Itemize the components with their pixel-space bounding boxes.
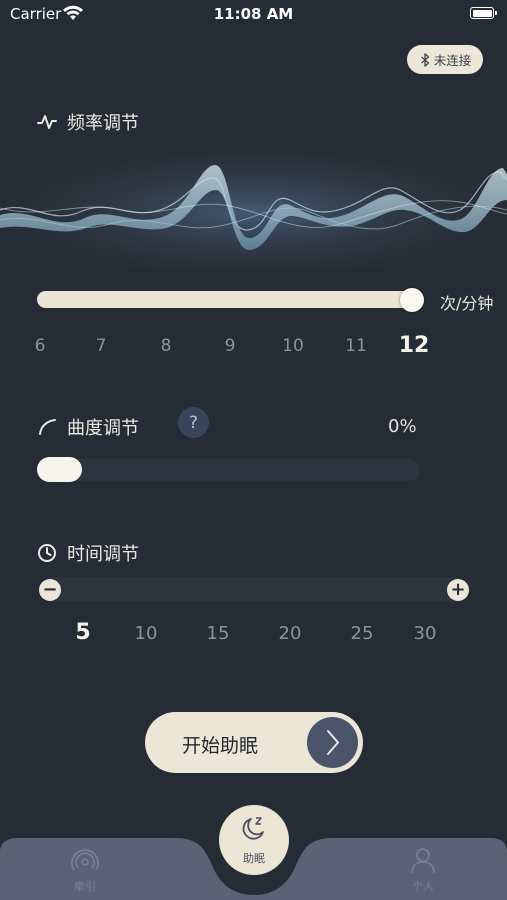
status-bar: Carrier 11:08 AM (0, 0, 507, 28)
connection-status-label: 未连接 (433, 53, 472, 68)
frequency-unit: 次/分钟 (440, 294, 494, 313)
frequency-tick[interactable]: 6 (35, 336, 46, 356)
frequency-tick[interactable]: 10 (282, 336, 304, 356)
duration-heading: 时间调节 (37, 540, 139, 566)
help-icon: ? (188, 412, 199, 433)
connection-status-button[interactable]: 未连接 (407, 45, 483, 74)
frequency-slider-track[interactable] (37, 291, 413, 308)
battery-tip (495, 11, 497, 15)
clock-icon (38, 544, 56, 562)
duration-tick[interactable]: 10 (135, 623, 158, 644)
battery-icon (470, 7, 494, 19)
traction-icon (71, 849, 99, 871)
curvature-slider-track[interactable] (37, 459, 420, 481)
frequency-tick-selected[interactable]: 12 (399, 333, 430, 358)
duration-tick[interactable]: 15 (207, 623, 230, 644)
tab-traction-label[interactable]: 牵引 (74, 878, 96, 894)
frequency-tick[interactable]: 9 (225, 336, 236, 356)
duration-tick[interactable]: 25 (351, 623, 374, 644)
duration-tick[interactable]: 20 (279, 623, 302, 644)
curvature-help-button[interactable]: ? (178, 407, 209, 438)
bluetooth-icon (420, 52, 429, 67)
decrease-duration-button[interactable]: − (39, 579, 61, 601)
start-sleep-label: 开始助眠 (182, 735, 259, 757)
duration-tick-selected[interactable]: 5 (75, 620, 90, 645)
tab-profile[interactable] (410, 846, 436, 874)
chevron-right-icon (327, 730, 339, 755)
start-arrow-button[interactable] (307, 717, 358, 768)
wave-visualization (0, 140, 507, 270)
frequency-heading: 频率调节 (37, 109, 139, 135)
frequency-tick[interactable]: 7 (96, 336, 107, 356)
tab-profile-label[interactable]: 个人 (412, 878, 434, 894)
curve-icon (39, 419, 56, 435)
frequency-title: 频率调节 (67, 113, 139, 134)
increase-duration-button[interactable]: + (447, 579, 469, 601)
curvature-value: 0% (388, 416, 417, 437)
duration-title: 时间调节 (67, 544, 139, 565)
plus-icon: + (450, 579, 466, 600)
person-icon (411, 848, 435, 874)
frequency-slider-thumb[interactable] (400, 288, 424, 312)
pulse-icon (37, 115, 57, 129)
clock-time: 11:08 AM (213, 5, 294, 23)
minus-icon: − (42, 579, 58, 600)
frequency-tick[interactable]: 8 (161, 336, 172, 356)
tab-traction[interactable] (71, 846, 99, 874)
curvature-title: 曲度调节 (67, 418, 139, 439)
curvature-heading: 曲度调节 (37, 414, 139, 440)
duration-tick[interactable]: 30 (414, 623, 437, 644)
duration-slider-track[interactable] (50, 577, 458, 602)
curvature-slider-thumb[interactable] (37, 457, 82, 482)
tab-sleep-label[interactable]: 助眠 (243, 850, 265, 866)
moon-sleep-icon (242, 817, 264, 840)
frequency-tick[interactable]: 11 (345, 336, 367, 356)
